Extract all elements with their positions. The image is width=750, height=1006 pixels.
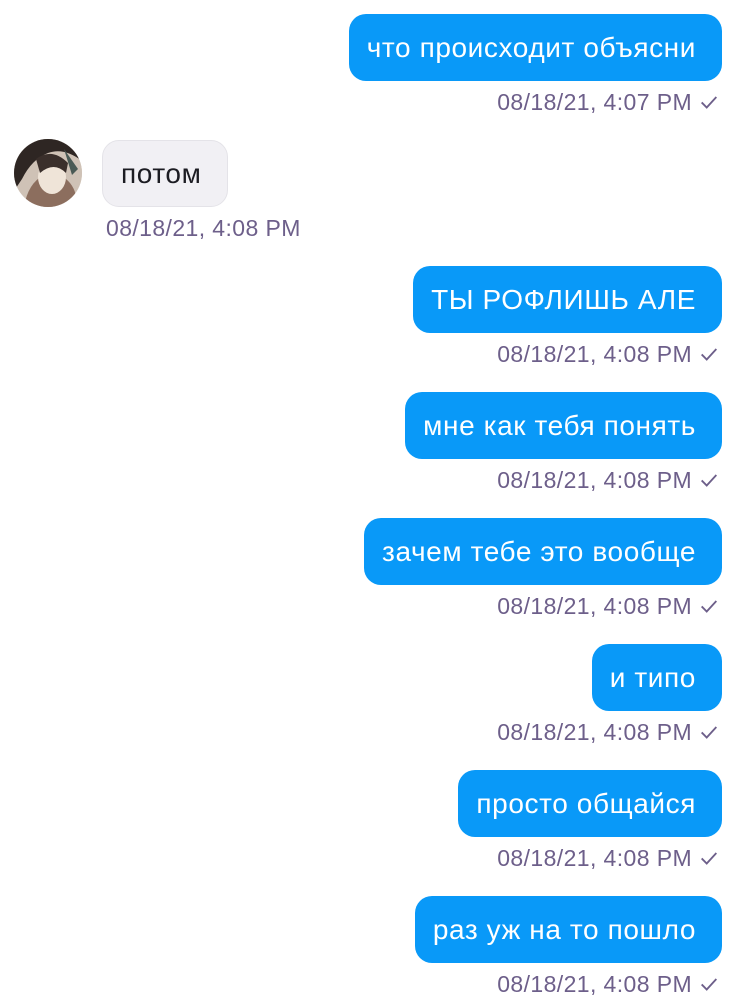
message-timestamp: 08/18/21, 4:08 PM	[106, 213, 301, 243]
message-timestamp: 08/18/21, 4:08 PM	[497, 465, 720, 495]
message-timestamp: 08/18/21, 4:08 PM	[497, 717, 720, 747]
chat-thread: что происходит объясни 08/18/21, 4:07 PM…	[0, 0, 750, 1006]
checkmark-icon	[701, 348, 718, 361]
timestamp-text: 08/18/21, 4:08 PM	[497, 592, 692, 619]
outgoing-message-bubble[interactable]: и типо	[591, 644, 722, 711]
checkmark-icon	[701, 96, 718, 109]
timestamp-text: 08/18/21, 4:08 PM	[497, 718, 692, 745]
user-avatar[interactable]	[14, 139, 82, 207]
outgoing-message-bubble[interactable]: просто общайся	[458, 770, 722, 837]
timestamp-text: 08/18/21, 4:08 PM	[106, 214, 301, 241]
message-timestamp: 08/18/21, 4:08 PM	[497, 969, 720, 999]
checkmark-icon	[701, 726, 718, 739]
outgoing-message-bubble[interactable]: зачем тебе это вообще	[364, 518, 722, 585]
timestamp-text: 08/18/21, 4:08 PM	[497, 466, 692, 493]
timestamp-text: 08/18/21, 4:08 PM	[497, 970, 692, 997]
avatar-icon	[14, 139, 82, 207]
timestamp-text: 08/18/21, 4:08 PM	[497, 844, 692, 871]
timestamp-text: 08/18/21, 4:08 PM	[497, 340, 692, 367]
outgoing-message-bubble[interactable]: мне как тебя понять	[405, 392, 722, 459]
message-timestamp: 08/18/21, 4:07 PM	[497, 87, 720, 117]
outgoing-message-bubble[interactable]: ТЫ РОФЛИШЬ АЛЕ	[413, 266, 722, 333]
timestamp-text: 08/18/21, 4:07 PM	[497, 88, 692, 115]
incoming-message-bubble[interactable]: потом	[102, 140, 229, 207]
checkmark-icon	[701, 978, 718, 991]
message-timestamp: 08/18/21, 4:08 PM	[497, 591, 720, 621]
message-timestamp: 08/18/21, 4:08 PM	[497, 339, 720, 369]
outgoing-message-bubble[interactable]: что происходит объясни	[348, 14, 722, 81]
checkmark-icon	[701, 600, 718, 613]
outgoing-message-bubble[interactable]: раз уж на то пошло	[414, 896, 722, 963]
checkmark-icon	[701, 852, 718, 865]
checkmark-icon	[701, 474, 718, 487]
message-timestamp: 08/18/21, 4:08 PM	[497, 843, 720, 873]
